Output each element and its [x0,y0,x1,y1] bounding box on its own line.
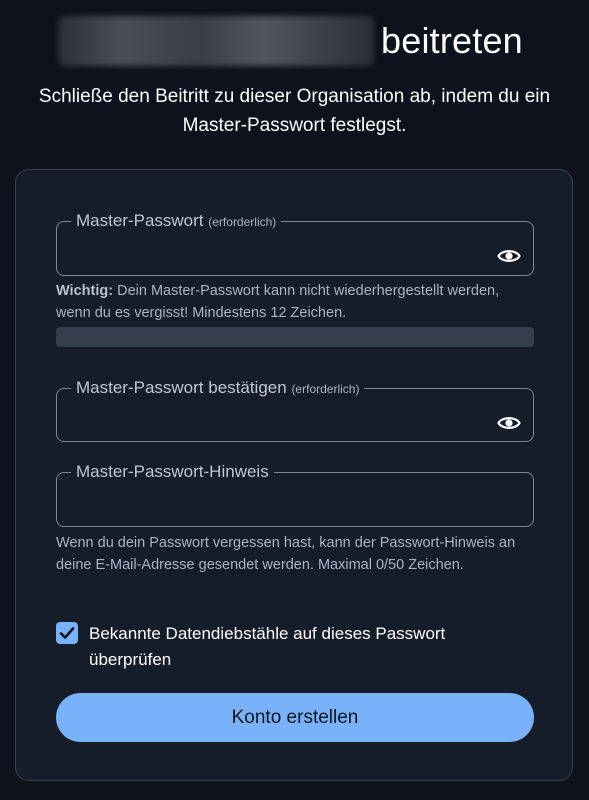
confirm-password-legend: Master-Passwort bestätigen (erforderlich… [71,378,364,399]
checkmark-icon [59,627,75,639]
confirm-password-required-tag: (erforderlich) [291,382,360,396]
eye-icon[interactable] [497,413,521,433]
master-password-input[interactable] [71,232,471,266]
password-hint-label: Master-Passwort-Hinweis [76,462,269,481]
password-hint-legend: Master-Passwort-Hinweis [71,462,274,482]
master-password-required-tag: (erforderlich) [208,215,277,229]
blurred-organization-name [58,16,374,66]
breach-check-checkbox[interactable] [56,622,78,644]
password-hint-field: Master-Passwort-Hinweis [56,462,534,527]
create-account-button[interactable]: Konto erstellen [56,693,534,742]
breach-check-label[interactable]: Bekannte Datendiebstähle auf dieses Pass… [89,621,509,673]
page: beitreten Schließe den Beitritt zu diese… [0,0,589,800]
confirm-password-input[interactable] [71,399,471,433]
password-hint-help-text: Wenn du dein Passwort vergessen hast, ka… [56,535,516,573]
master-password-hint: Wichtig: Dein Master-Passwort kann nicht… [56,280,536,324]
confirm-password-field: Master-Passwort bestätigen (erforderlich… [56,378,534,442]
password-strength-bar [56,327,534,347]
master-password-field: Master-Passwort (erforderlich) [56,211,534,276]
confirm-password-label: Master-Passwort bestätigen [76,378,287,397]
set-password-card: Master-Passwort (erforderlich) Wichtig: … [15,169,573,781]
password-hint-input[interactable] [71,482,471,516]
hint-important-text: Dein Master-Passwort kann nicht wiederhe… [56,283,500,321]
page-subtitle: Schließe den Beitritt zu dieser Organisa… [38,86,551,136]
hint-important-label: Wichtig: [56,283,114,299]
page-title: beitreten [0,14,589,68]
page-title-suffix: beitreten [381,20,523,61]
master-password-label: Master-Passwort [76,211,204,230]
eye-icon[interactable] [497,246,521,266]
master-password-legend: Master-Passwort (erforderlich) [71,211,281,232]
